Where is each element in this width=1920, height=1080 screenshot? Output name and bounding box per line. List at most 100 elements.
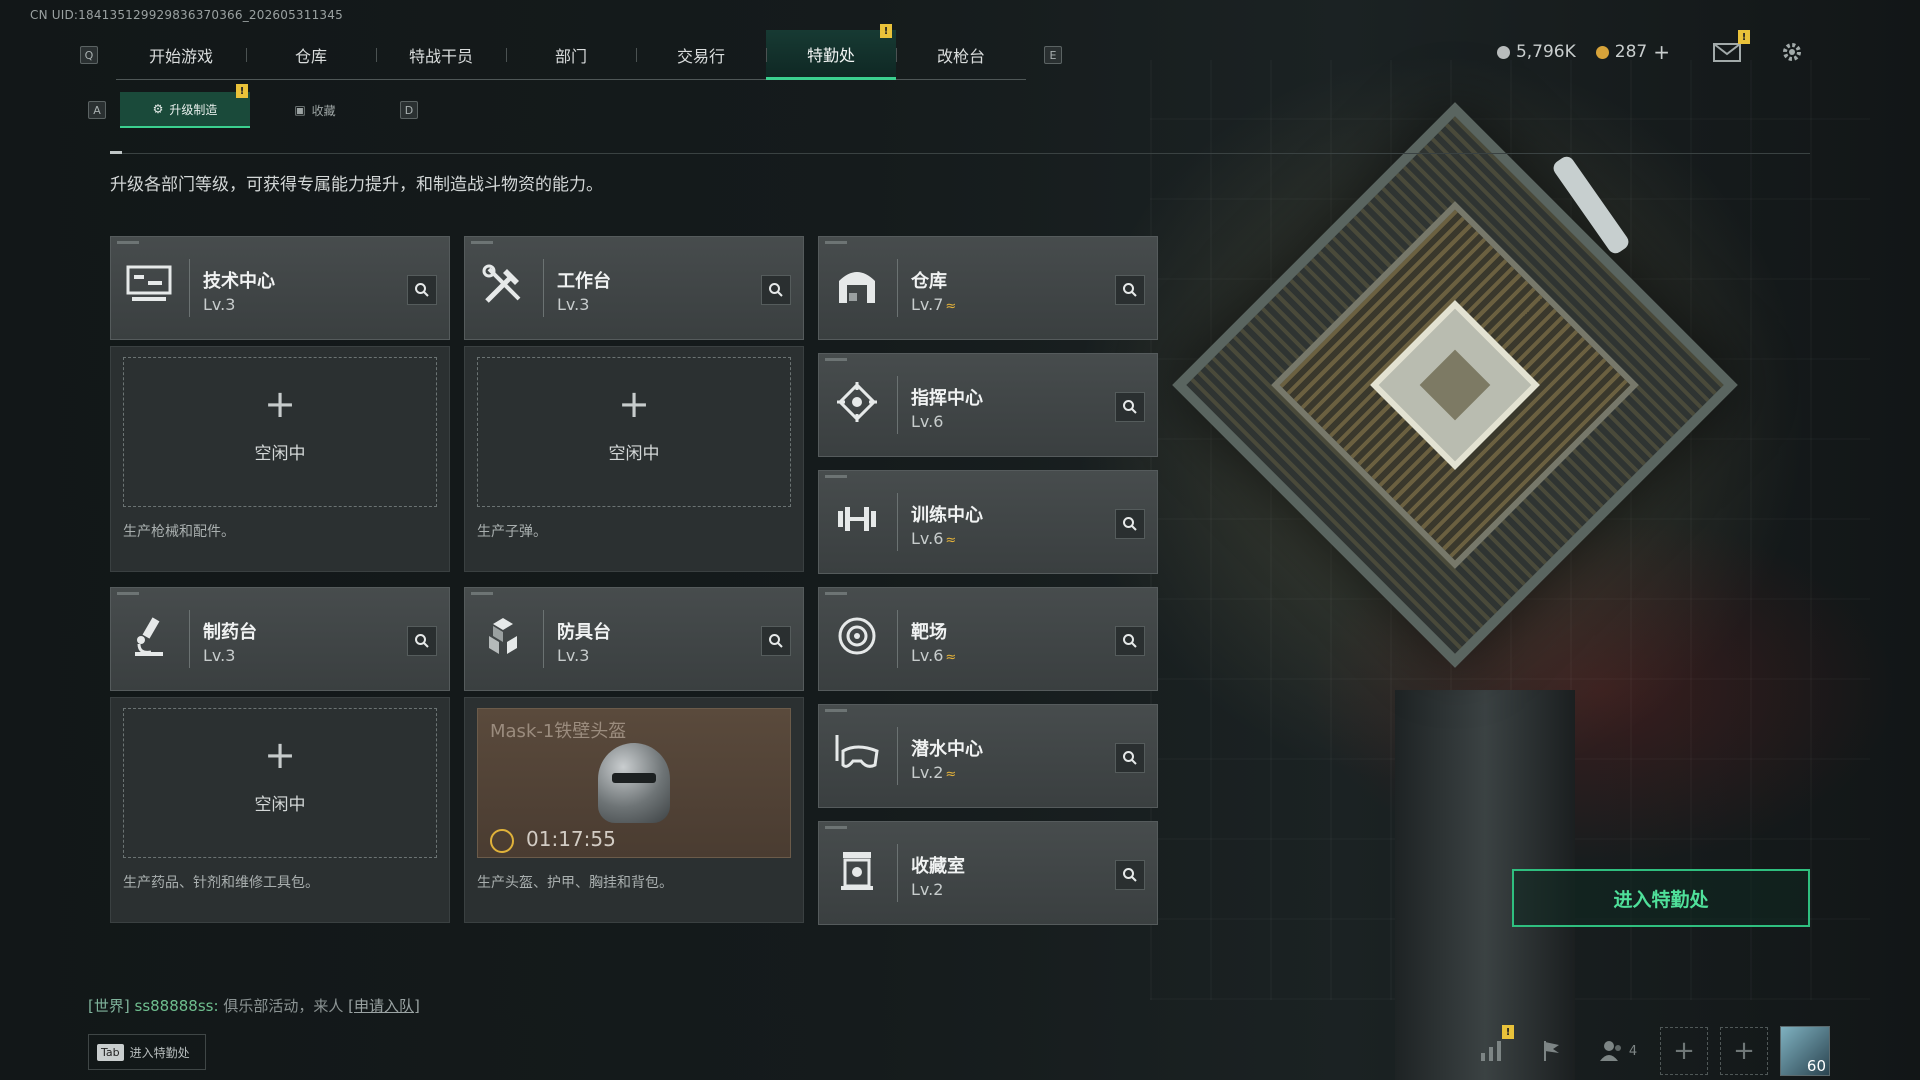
dept-name: 工作台 <box>557 271 611 292</box>
dept-name: 潜水中心 <box>911 739 983 760</box>
dept-level: Lv.3 <box>203 295 236 314</box>
slot-frame <box>123 708 437 858</box>
bottom-right-bar: ! 4 + + 60 <box>1468 1025 1830 1076</box>
production-slot-workbench[interactable]: + 空闲中 生产子弹。 <box>464 346 804 572</box>
slot-description: 生产头盔、护甲、胸挂和背包。 <box>477 875 673 891</box>
card-separator <box>189 610 190 668</box>
tab-trading[interactable]: 交易行 <box>636 30 766 80</box>
card-separator <box>189 259 190 317</box>
card-tag <box>825 241 847 244</box>
tab-departments[interactable]: 部门 <box>506 30 636 80</box>
add-party-slot-button[interactable]: + <box>1660 1027 1708 1075</box>
uid-label: CN UID:18413512992983637036‌6_2026053113… <box>30 8 343 22</box>
dept-card-workbench[interactable]: 工作台 Lv.3 <box>464 236 804 340</box>
chat-channel[interactable]: [世界] <box>88 997 130 1015</box>
dept-name: 靶场 <box>911 622 947 643</box>
divider-mark <box>110 151 122 154</box>
search-icon[interactable] <box>1115 860 1145 890</box>
timer-clock-icon <box>490 829 514 853</box>
dumbbell-icon <box>833 495 881 543</box>
key-hint-d: D <box>400 101 418 119</box>
dept-card-4[interactable]: 靶场 Lv.6 ≈ <box>818 587 1158 691</box>
search-icon[interactable] <box>1115 509 1145 539</box>
search-icon[interactable] <box>761 275 791 305</box>
dept-card-tech-center[interactable]: 技术中心 Lv.3 <box>110 236 450 340</box>
tools-icon <box>479 261 527 309</box>
tab-key-hint[interactable]: Tab 进入特勤处 <box>88 1034 206 1070</box>
settings-gear-icon[interactable] <box>1774 38 1810 66</box>
dept-card-pharmacy[interactable]: 制药台 Lv.3 <box>110 587 450 691</box>
dept-card-armor-bench[interactable]: 防具台 Lv.3 <box>464 587 804 691</box>
sub-nav: A ⚙ 升级制造 ! ▣ 收藏 D <box>88 84 418 128</box>
warehouse-icon <box>833 261 881 309</box>
dept-card-5[interactable]: 潜水中心 Lv.2 ≈ <box>818 704 1158 808</box>
upgrade-available-icon: ≈ <box>945 650 957 665</box>
add-icon: + <box>264 733 296 777</box>
card-tag <box>471 241 493 244</box>
stats-badge: ! <box>1502 1025 1514 1039</box>
chat-join-link[interactable]: [申请入队] <box>348 997 420 1015</box>
production-slot-pharmacy[interactable]: + 空闲中 生产药品、针剂和维修工具包。 <box>110 697 450 923</box>
card-tag <box>471 592 493 595</box>
search-icon[interactable] <box>1115 275 1145 305</box>
dept-level-row: Lv.6 ≈ <box>911 646 956 665</box>
dept-card-1[interactable]: 仓库 Lv.7 ≈ <box>818 236 1158 340</box>
search-icon[interactable] <box>1115 626 1145 656</box>
dept-level: Lv.3 <box>557 646 590 665</box>
card-tag <box>825 826 847 829</box>
armor-icon <box>479 612 527 660</box>
subtab-upgrade-craft[interactable]: ⚙ 升级制造 ! <box>120 84 250 128</box>
helmet-item-image <box>598 743 670 823</box>
target-icon <box>833 612 881 660</box>
main-tabs: 开始游戏 仓库 特战干员 部门 交易行 特勤处 ! 改枪台 <box>116 24 1026 80</box>
production-slot-tech-center[interactable]: + 空闲中 生产枪械和配件。 <box>110 346 450 572</box>
flag-icon[interactable] <box>1528 1027 1576 1075</box>
tab-key: Tab <box>97 1043 124 1061</box>
player-avatar[interactable]: 60 <box>1780 1026 1830 1076</box>
dept-level-row: Lv.7 ≈ <box>911 295 956 314</box>
tab-special-ops[interactable]: 特勤处 ! <box>766 24 896 80</box>
tab-operators[interactable]: 特战干员 <box>376 30 506 80</box>
dept-card-3[interactable]: 训练中心 Lv.6 ≈ <box>818 470 1158 574</box>
search-icon[interactable] <box>407 626 437 656</box>
add-party-slot-button[interactable]: + <box>1720 1027 1768 1075</box>
stats-chart-icon[interactable]: ! <box>1468 1025 1516 1075</box>
card-separator <box>897 493 898 551</box>
search-icon[interactable] <box>407 275 437 305</box>
subtab-collection[interactable]: ▣ 收藏 <box>250 92 380 128</box>
silver-coin-icon <box>1496 45 1510 59</box>
dept-name: 收藏室 <box>911 856 965 877</box>
mail-icon[interactable]: ! <box>1710 30 1750 66</box>
diving-mask-icon <box>833 729 881 777</box>
dept-card-6[interactable]: 收藏室 Lv.2 <box>818 821 1158 925</box>
friends-icon[interactable]: 4 <box>1588 1027 1648 1075</box>
card-separator <box>897 727 898 785</box>
production-slot-armor-bench[interactable]: Mask-1铁壁头盔 01:17:55 生产头盔、护甲、胸挂和背包。 <box>464 697 804 923</box>
add-currency-button[interactable]: + <box>1653 40 1670 64</box>
search-icon[interactable] <box>761 626 791 656</box>
dept-card-2[interactable]: 指挥中心 Lv.6 <box>818 353 1158 457</box>
card-separator <box>897 610 898 668</box>
wrench-icon: ⚙ <box>152 102 164 116</box>
player-level: 60 <box>1806 1057 1826 1075</box>
search-icon[interactable] <box>1115 743 1145 773</box>
subtab-collection-label: 收藏 <box>311 103 336 118</box>
chat-line: [世界] ss88888ss: 俱乐部活动，来人 [申请入队] <box>88 995 420 1016</box>
search-icon[interactable] <box>1115 392 1145 422</box>
slot-frame <box>477 357 791 507</box>
production-in-progress[interactable]: Mask-1铁壁头盔 01:17:55 <box>477 708 791 858</box>
dept-name: 仓库 <box>911 271 947 292</box>
tab-warehouse[interactable]: 仓库 <box>246 30 376 80</box>
dept-level-row: Lv.6 <box>911 412 943 431</box>
top-nav: Q 开始游戏 仓库 特战干员 部门 交易行 特勤处 ! 改枪台 E <box>80 24 1062 80</box>
tab-key-label: 进入特勤处 <box>129 1045 190 1060</box>
add-icon: + <box>618 382 650 426</box>
card-tag <box>825 475 847 478</box>
microscope-icon <box>125 612 173 660</box>
subtab-upgrade-craft-label: 升级制造 <box>169 102 218 117</box>
card-tag <box>825 358 847 361</box>
chat-user[interactable]: ss88888ss: <box>135 997 219 1015</box>
tab-gunsmith[interactable]: 改枪台 <box>896 30 1026 80</box>
tab-start-game[interactable]: 开始游戏 <box>116 30 246 80</box>
enter-special-ops-button[interactable]: 进入特勤处 <box>1512 869 1810 927</box>
